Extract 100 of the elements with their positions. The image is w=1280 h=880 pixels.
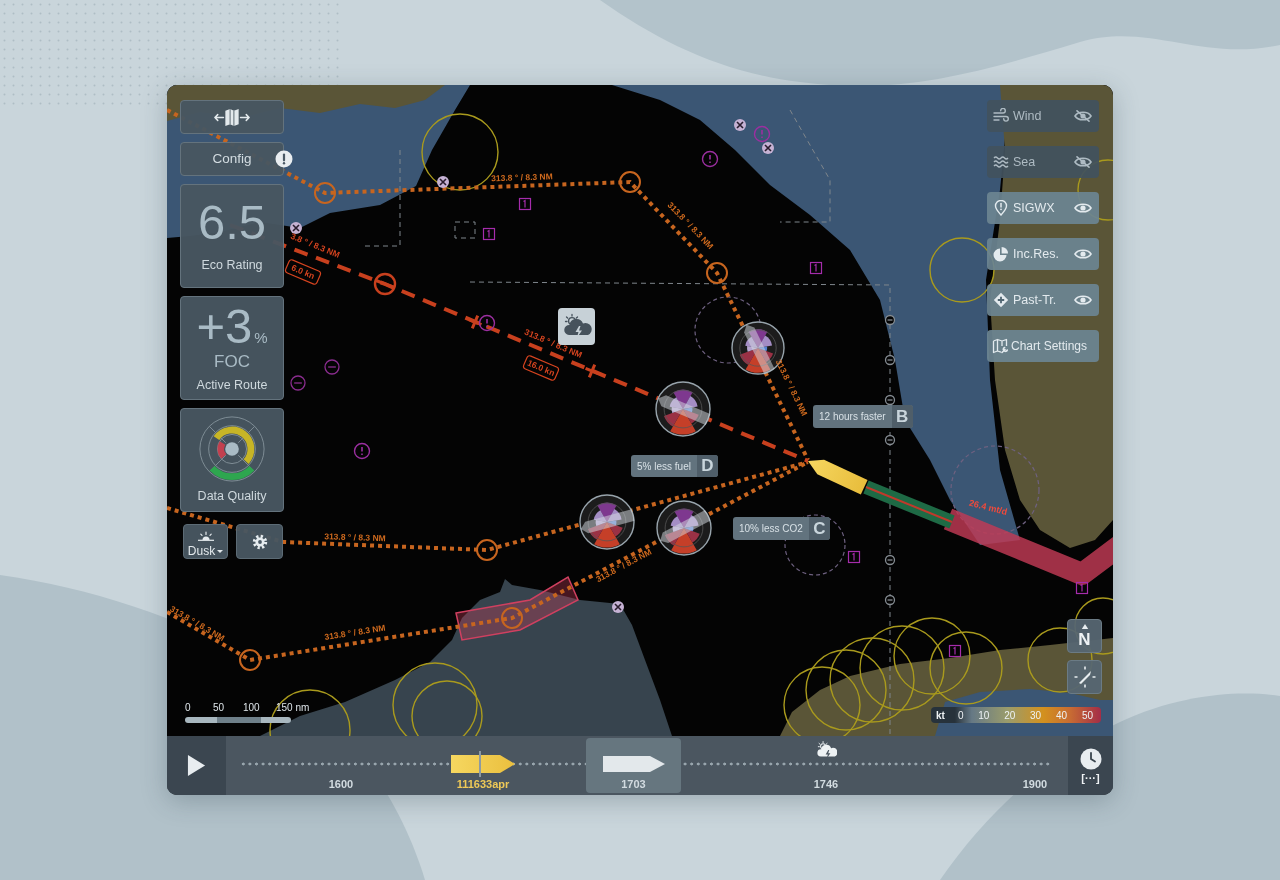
waves-icon (993, 154, 1009, 170)
legend-tick: 30 (1030, 708, 1042, 723)
layer-toggle-button[interactable]: Sea (987, 146, 1099, 178)
square-marker-icon (1075, 581, 1089, 595)
north-up-button[interactable]: N (1067, 619, 1102, 653)
eye-icon (1074, 248, 1092, 260)
scale-label: 100 (243, 703, 261, 713)
foc-caption: Active Route (196, 376, 268, 394)
route-label: 313.8 ° / 8.3 NM (491, 171, 553, 184)
dashed-circle (784, 514, 846, 576)
callout-label: 10% less CO2 (738, 522, 804, 536)
play-icon (187, 754, 206, 777)
map-layout-button[interactable] (180, 100, 284, 134)
waypoint-marker (239, 649, 261, 671)
speed-tag: 16.0 kn (522, 354, 560, 382)
foc-label: FOC (214, 352, 250, 370)
eye-slash-icon (1074, 110, 1092, 122)
timeline-mark-button[interactable]: 1900 (1002, 738, 1068, 793)
route-label: 313.8 ° / 8.3 NM (594, 546, 654, 585)
wind-rose-marker (655, 381, 711, 437)
callout-label: 12 hours faster (818, 410, 887, 424)
map-wrench-icon (992, 338, 1008, 354)
route-letter: D (696, 455, 718, 477)
clock-icon (1079, 747, 1102, 770)
route-callout[interactable]: 10% less CO2 C (733, 517, 830, 540)
x-circle-icon (290, 222, 302, 234)
waypoint-marker (476, 539, 498, 561)
waypoint-marker (501, 607, 523, 629)
speed-tag: 6.0 kn (284, 258, 322, 286)
wind-rose-marker (579, 494, 635, 550)
exclamation-circle-icon (753, 125, 771, 143)
config-button[interactable]: Config (180, 142, 284, 176)
minus-circle-icon (884, 594, 896, 606)
route-letter: C (808, 517, 830, 540)
map-arrows-icon (213, 106, 251, 128)
route-label: 313.8 ° / 8.3 NM (324, 531, 386, 544)
exclamation-circle-icon (701, 150, 719, 168)
pie-chart-icon (993, 246, 1009, 262)
foc-value: +3 (196, 301, 253, 351)
layer-toggle-button[interactable]: Wind (987, 100, 1099, 132)
x-circle-icon (612, 601, 624, 613)
minus-circle-icon (290, 375, 306, 391)
legend-tick: 40 (1055, 708, 1068, 723)
consumption-label: 26.4 mt/d (968, 497, 1009, 517)
legend-tick: 20 (1004, 708, 1016, 723)
minus-circle-icon (884, 554, 896, 566)
layer-toggle-button[interactable]: Inc.Res. (987, 238, 1099, 270)
route-label: 3.8 ° / 8.3 NM (289, 230, 342, 260)
waypoint-marker (619, 171, 641, 193)
eye-slash-icon (1074, 156, 1092, 168)
settings-button[interactable] (236, 524, 283, 559)
x-circle-icon (734, 119, 746, 131)
minus-circle-icon (884, 394, 896, 406)
route-label: 313.8 ° / 8.3 NM (323, 622, 387, 642)
timeline-mark-button[interactable]: 1746 (766, 738, 886, 793)
orientation-button[interactable] (1067, 660, 1102, 694)
exclamation-circle-icon (478, 314, 496, 332)
timeline-mark-button[interactable]: 1600 (281, 738, 401, 793)
eco-rating-value: 6.5 (197, 197, 267, 247)
eye-icon (1074, 294, 1092, 306)
scale-label: 150 nm (276, 703, 310, 713)
route-tick-marker (467, 314, 483, 330)
square-marker-icon (482, 227, 496, 241)
layer-toggle-button[interactable]: Past-Tr. (987, 284, 1099, 316)
theme-dropdown-button[interactable]: Dusk (183, 524, 228, 559)
minus-circle-icon (884, 434, 896, 446)
square-marker-icon (518, 197, 532, 211)
settings-icon (251, 533, 268, 550)
legend-tick: 0 (957, 708, 964, 723)
ship-marker-icon (601, 755, 666, 773)
timeline-mark-button[interactable]: 1703 (586, 738, 681, 793)
foc-unit: % (254, 327, 268, 348)
map-pin-icon (993, 200, 1009, 216)
layer-toggle-button[interactable]: SIGWX (987, 192, 1099, 224)
waypoint-marker (373, 272, 397, 296)
timeline-mark-button[interactable]: 111633apr (418, 738, 548, 793)
callout-label: 5% less fuel (636, 459, 692, 474)
north-arrow-icon (1080, 624, 1089, 629)
eco-rating-label: Eco Rating (201, 256, 263, 274)
route-letter: B (891, 405, 913, 428)
range-ring (929, 237, 995, 303)
time-options-button[interactable]: [···] (1068, 736, 1113, 795)
play-button[interactable] (167, 736, 226, 795)
dashed-circle (694, 296, 762, 364)
chart-settings-button[interactable]: Chart Settings (987, 330, 1099, 362)
x-circle-icon (437, 176, 449, 188)
square-marker-icon (847, 550, 861, 564)
route-callout[interactable]: 12 hours faster B (813, 405, 913, 428)
ship-marker-icon (450, 751, 516, 777)
square-marker-icon (948, 644, 962, 658)
ship-marker (808, 459, 868, 495)
minus-circle-icon (884, 354, 896, 366)
range-ring (411, 680, 483, 736)
diamond-plus-icon (993, 292, 1009, 308)
route-callout[interactable]: 5% less fuel D (631, 455, 718, 477)
exclamation-circle-icon (353, 442, 371, 460)
legend-tick: 50 (1081, 708, 1093, 723)
scale-label: 50 (213, 703, 226, 713)
minus-circle-icon (884, 314, 896, 326)
sunset-icon (196, 530, 215, 541)
